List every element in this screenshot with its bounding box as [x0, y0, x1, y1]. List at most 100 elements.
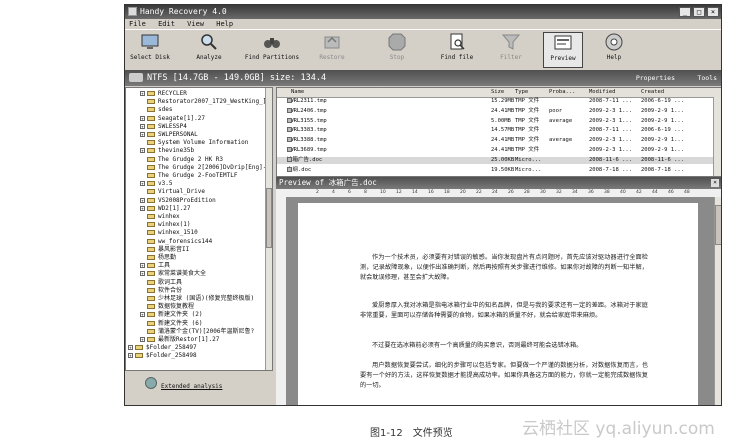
ruler-tick-label: 46 — [668, 190, 674, 195]
expand-toggle-icon[interactable]: + — [140, 205, 145, 211]
expand-toggle-icon[interactable]: + — [140, 312, 145, 318]
menu-file[interactable]: File — [129, 20, 146, 28]
preview-close-button[interactable]: × — [711, 179, 719, 187]
expand-toggle-icon[interactable]: + — [140, 115, 145, 121]
expand-toggle-icon[interactable]: + — [140, 91, 145, 96]
file-row[interactable]: ~WRL2311.tmp 15.29MB TMP 文件 2008-7-11 ... 20… — [277, 98, 713, 105]
col-size[interactable]: Size — [491, 88, 504, 97]
file-cell-created: 2009-2-9 1... — [641, 107, 685, 114]
col-probability[interactable]: Proba... — [549, 88, 576, 97]
tree-item[interactable]: The Grudge 2 HK R3 — [140, 156, 223, 163]
close-button[interactable]: × — [707, 7, 719, 17]
expand-toggle-icon[interactable]: + — [140, 271, 145, 277]
tree-item[interactable]: 歌词工具 — [140, 279, 182, 286]
col-type[interactable]: Type — [515, 88, 528, 97]
ruler-tick-label: 34 — [572, 190, 578, 195]
ruler-tick-label: 38 — [604, 190, 610, 195]
expand-toggle-icon[interactable]: + — [140, 263, 145, 269]
file-row[interactable]: 冰箱广告.doc 25.00KB Micro... 2008-11-6 ... 2008… — [277, 156, 713, 164]
col-created[interactable]: Created — [641, 88, 664, 97]
tree-item[interactable]: 新建文件夹 (6) — [140, 320, 202, 327]
file-name: ~WRL2406.tmp — [287, 107, 327, 114]
select-disk-button[interactable]: Select Disk — [127, 32, 173, 68]
expand-toggle-icon[interactable]: + — [140, 148, 145, 154]
col-name[interactable]: Name — [291, 88, 304, 97]
tree-item[interactable]: The Grudge 2[2006]DvDrip[Eng]- — [140, 164, 266, 171]
tree-item[interactable]: + RECYCLER — [140, 90, 187, 97]
tree-item[interactable]: winhex(1) — [140, 221, 191, 228]
file-row[interactable]: 大纲.doc 19.50KB Micro... 2008-7-18 ... 2008-7… — [277, 166, 713, 174]
stop-button[interactable]: Stop — [381, 32, 413, 68]
tree-item[interactable]: 暴风影音II — [140, 246, 189, 253]
filter-button[interactable]: Filter — [495, 32, 527, 68]
tree-item[interactable]: + 新建文件夹 (2) — [140, 311, 202, 318]
file-row[interactable]: ~WRL3388.tmp 24.41MB TMP 文件 average 2009-2-3… — [277, 137, 713, 144]
expand-toggle-icon[interactable]: + — [128, 345, 133, 351]
tree-item[interactable]: + 工具 — [140, 262, 170, 269]
expand-toggle-icon[interactable]: + — [140, 132, 145, 137]
expand-toggle-icon[interactable]: + — [140, 123, 145, 129]
expand-toggle-icon[interactable]: + — [140, 337, 145, 342]
tree-item[interactable]: + $Folder_258497 — [128, 344, 197, 351]
expand-toggle-icon[interactable]: + — [128, 353, 133, 359]
document-area[interactable]: 作为一个技术员，必须要有对错误的敏感。当你发现盘片有点问题时，首先应该对驱动器进… — [286, 197, 714, 405]
menu-help[interactable]: Help — [216, 20, 233, 28]
file-cell-name: ~WRL3383.tmp — [287, 127, 327, 134]
maximize-button[interactable]: □ — [693, 7, 705, 17]
file-row[interactable]: ~WRL2406.tmp 24.41MB TMP 文件 poor 2009-2-3 1.… — [277, 107, 713, 115]
file-row[interactable]: ~WRL3689.tmp 24.41MB TMP 文件 2009-2-3 1... 20… — [277, 147, 713, 154]
tree-item-label: The Grudge 2-FooTEMTLF — [158, 172, 238, 179]
tree-item[interactable]: + thevine35b — [140, 147, 194, 154]
document-scroll-thumb[interactable] — [715, 205, 721, 245]
menu-view[interactable]: View — [187, 20, 204, 28]
file-cell-prob: poor — [549, 107, 563, 114]
tools-link[interactable]: Tools — [697, 70, 717, 86]
tree-item[interactable]: + WD2[1].27 — [140, 205, 191, 212]
minimize-button[interactable]: _ — [679, 7, 691, 17]
tree-item[interactable]: 蒲洛蒙个金(TV)[2006年温斯尼鲁? — [140, 328, 254, 335]
file-icon — [287, 117, 292, 123]
tree-item[interactable]: + Seagate[1].27 — [140, 115, 205, 122]
expand-toggle-icon[interactable]: + — [140, 181, 145, 187]
tree-item[interactable]: winhex_1510 — [140, 229, 198, 236]
tree-item[interactable]: + $Folder_258498 — [128, 352, 197, 359]
tree-item[interactable]: + 家常菜谱美食大全 — [140, 270, 206, 277]
tree-item[interactable]: 软件合份 — [140, 287, 182, 294]
tree-item[interactable]: 少林足球 (国语)(修复完整终极版) — [140, 295, 254, 302]
tree-item[interactable]: System Volume Information — [140, 139, 248, 146]
file-name: ~WRL3155.tmp — [287, 117, 327, 124]
file-list-scrollbar[interactable] — [713, 97, 721, 176]
tree-item[interactable]: + 最新版Restor[1].27 — [140, 336, 219, 343]
menu-edit[interactable]: Edit — [158, 20, 175, 28]
extended-analysis-link[interactable]: Extended analysis — [125, 373, 273, 405]
tree-item[interactable]: winhex — [140, 213, 180, 220]
tree-item[interactable]: Virtual_Drive — [140, 188, 205, 195]
tree-item[interactable]: + VS2008ProEdition — [140, 197, 216, 204]
expand-toggle-icon[interactable]: + — [140, 197, 145, 203]
file-cell-modified: 2009-2-3 1... — [589, 147, 633, 153]
tree-item[interactable]: The Grudge 2-FooTEMTLF — [140, 172, 237, 179]
tree-item[interactable]: ww_forensics144 — [140, 238, 212, 245]
file-row[interactable]: ~WRL3155.tmp 5.00MB TMP 文件 average 2009-2-3 … — [277, 117, 713, 125]
tree-item[interactable]: 数据恢复教程 — [140, 303, 194, 310]
tree-item[interactable]: 杨思勤 — [140, 254, 176, 261]
tree-item[interactable]: + SWLESSP4 — [140, 123, 187, 130]
restore-button[interactable]: Restore — [311, 32, 353, 68]
properties-link[interactable]: Properties — [636, 70, 675, 86]
find-partitions-button[interactable]: Find Partitions — [243, 32, 301, 68]
tree-item[interactable]: + SWLPERSONAL — [140, 131, 198, 138]
tree-scroll-thumb[interactable] — [266, 188, 272, 248]
file-row[interactable]: ~WRL3383.tmp 14.57MB TMP 文件 2008-7-11 ... 20… — [277, 127, 713, 134]
analyze-button[interactable]: Analyze — [189, 32, 229, 68]
tree-scrollbar[interactable] — [265, 88, 272, 370]
help-button[interactable]: Help — [597, 32, 631, 68]
tree-item[interactable]: sdes — [140, 106, 172, 113]
ruler-tick-label: 6 — [348, 190, 351, 195]
document-scrollbar[interactable] — [714, 197, 721, 405]
tree-item[interactable]: Restorator2007_1T29_WestKing_] — [140, 98, 266, 105]
preview-button[interactable]: Preview — [543, 32, 583, 68]
find-file-button[interactable]: Find file — [437, 32, 477, 68]
col-modified[interactable]: Modified — [589, 88, 616, 97]
folder-icon — [147, 197, 155, 203]
tree-item[interactable]: + v3.5 — [140, 180, 172, 187]
